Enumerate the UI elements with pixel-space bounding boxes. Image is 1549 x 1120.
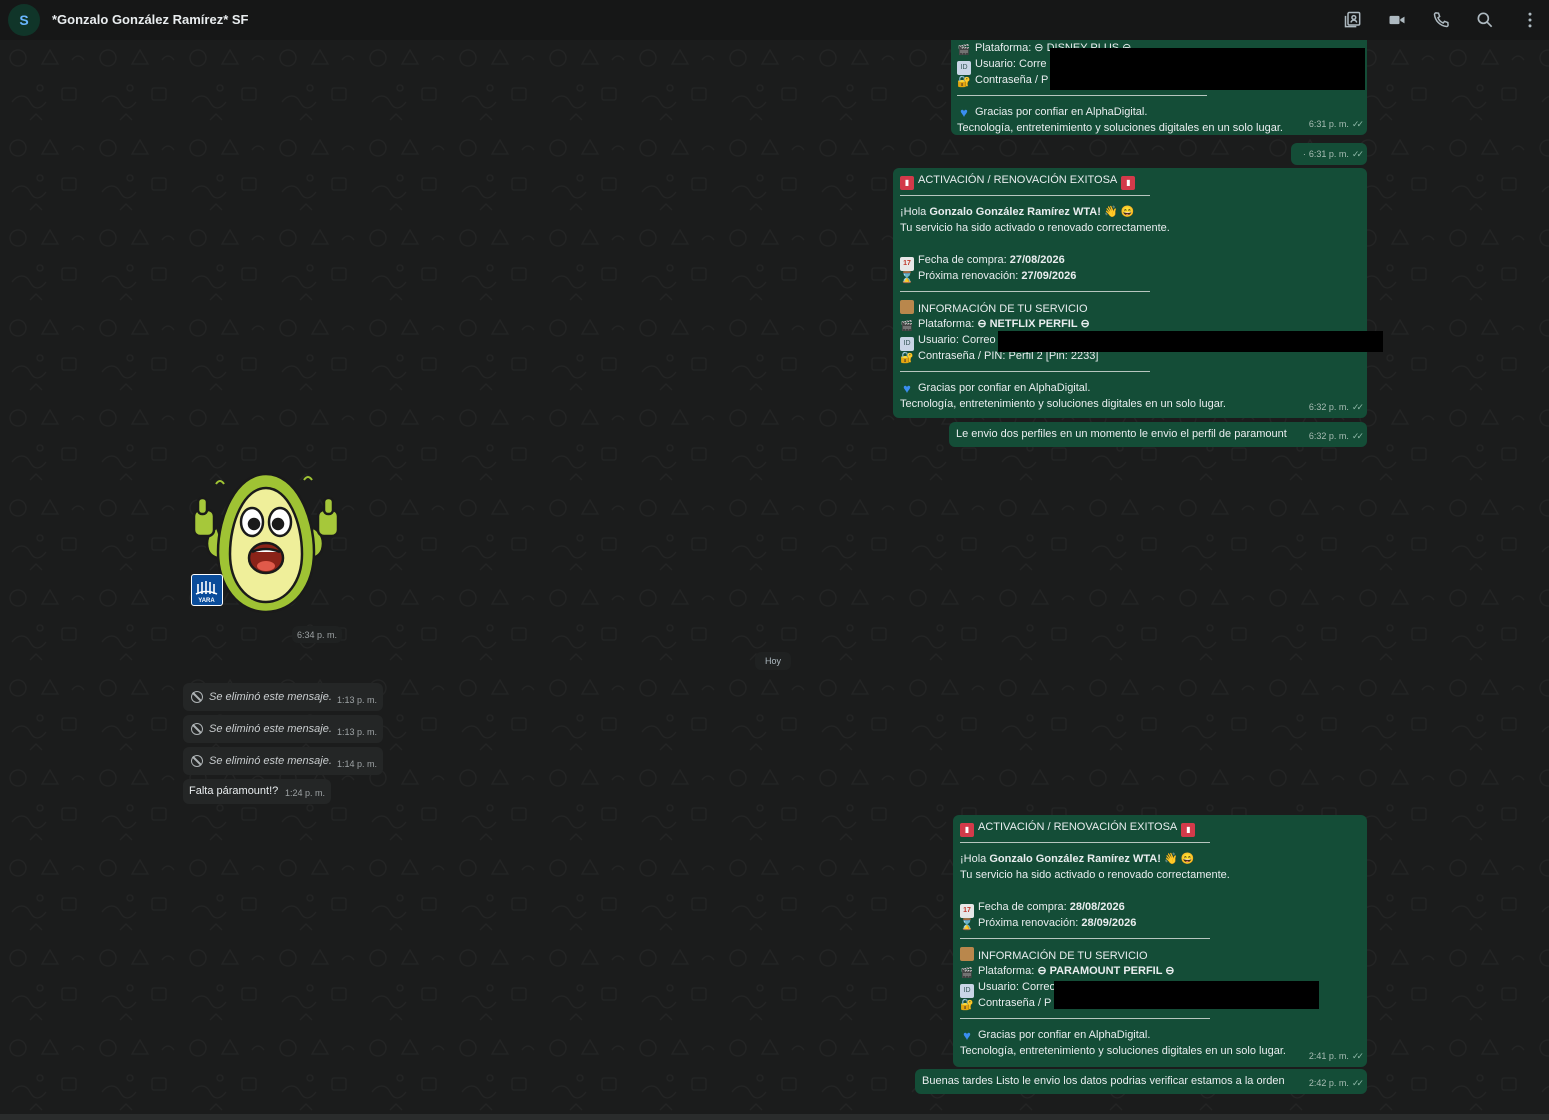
contact-avatar[interactable]: S [8,4,40,36]
waving-hand-icon: 👋 [1163,853,1178,865]
ticket-icon: ▮ [1121,176,1136,190]
message-meta: 2:41 p. m. ✓✓ [1309,1048,1364,1064]
deleted-icon [191,691,203,703]
sticker-time: 6:34 p. m. [292,626,343,643]
message-line: ♥ Gracias por confiar en AlphaDigital. [960,1027,1360,1043]
message-time: 1:13 p. m. [336,727,377,737]
package-icon [900,300,914,314]
message-line: ▮ ACTIVACIÓN / RENOVACIÓN EXITOSA ▮ [900,172,1360,190]
deleted-message[interactable]: Se eliminó este mensaje. 1:13 p. m. [183,683,383,711]
divider [960,1018,1210,1019]
renewal-date-line: ⌛ Próxima renovación: 28/09/2026 [960,917,1137,931]
message-line: ♥ Gracias por confiar en AlphaDigital. [900,380,1360,396]
message-line: INFORMACIÓN DE TU SERVICIO [960,947,1360,963]
message-line: Tecnología, entretenimiento y soluciones… [960,1045,1286,1057]
waving-hand-icon: 👋 [1103,206,1118,218]
composer-edge [0,1114,1549,1120]
phone-icon[interactable] [1429,8,1453,32]
purchase-date-line: 17 Fecha de compra: 27/08/2026 [900,252,1360,271]
message-time: 1:24 p. m. [284,788,325,798]
read-receipt-icon: ✓✓ [1351,402,1364,412]
yara-logo: YARA [191,574,223,606]
message-meta: 6:32 p. m. ✓✓ [1309,428,1364,444]
deleted-message[interactable]: Se eliminó este mensaje. 1:14 p. m. [183,747,383,775]
search-icon[interactable] [1473,8,1497,32]
redacted-block [1054,981,1319,1009]
message-line: ▮ ACTIVACIÓN / RENOVACIÓN EXITOSA ▮ [960,819,1360,837]
activation-message[interactable]: ▮ ACTIVACIÓN / RENOVACIÓN EXITOSA ▮ ¡Hola … [953,815,1367,1067]
message-text: Le envio dos perfiles en un momento le e… [956,428,1287,440]
redacted-block [1050,48,1365,90]
blue-heart-icon: ♥ [960,105,968,120]
message-text: Buenas tardes Listo le envio los datos p… [922,1075,1285,1087]
chat-area[interactable]: 🎬Plataforma: ⊖ DISNEY PLUS ⊖ IDUsuario: … [0,40,1549,1114]
greeting-line: ¡Hola Gonzalo González Ramírez WTA! 👋 😄 [960,853,1195,865]
hourglass-icon: ⌛ [960,919,974,931]
message-time: 1:14 p. m. [336,759,377,769]
message-line: Tecnología, entretenimiento y soluciones… [900,398,1226,410]
message-line: Tecnología, entretenimiento y soluciones… [957,122,1283,134]
read-receipt-icon: ✓✓ [1351,431,1364,441]
grin-icon: 😄 [1180,853,1195,865]
redacted-block [998,331,1383,352]
read-receipt-icon: ✓✓ [1351,1078,1364,1088]
message-time: 1:13 p. m. [336,695,377,705]
deleted-message[interactable]: Se eliminó este mensaje. 1:13 p. m. [183,715,383,743]
outgoing-message[interactable]: Buenas tardes Listo le envio los datos p… [915,1069,1367,1094]
blue-heart-icon: ♥ [963,1028,971,1043]
outgoing-message[interactable]: Le envio dos perfiles en un momento le e… [949,422,1367,447]
divider [960,938,1210,939]
renewal-date-line: ⌛ Próxima renovación: 27/09/2026 [900,270,1077,284]
purchase-date-line: 17 Fecha de compra: 28/08/2026 [960,899,1360,918]
activation-message[interactable]: ▮ ACTIVACIÓN / RENOVACIÓN EXITOSA ▮ ¡Hola … [893,168,1367,418]
divider [900,195,1150,196]
hourglass-icon: ⌛ [900,272,914,284]
platform-line: 🎬 Plataforma: ⊖ NETFLIX PERFIL ⊖ [900,318,1090,332]
message-meta: 6:31 p. m. ✓✓ [1309,116,1364,132]
more-options-icon[interactable] [1518,8,1542,32]
lock-icon: 🔐 [960,999,974,1011]
greeting-line: ¡Hola Gonzalo González Ramírez WTA! 👋 😄 [900,206,1135,218]
outgoing-message[interactable]: · 6:31 p. m. ✓✓ [1291,143,1367,165]
divider [957,95,1207,96]
ticket-icon: ▮ [960,823,974,837]
lock-icon: 🔐 [957,76,971,88]
read-receipt-icon: ✓✓ [1351,119,1364,129]
message-line: Tu servicio ha sido activado o renovado … [960,869,1230,881]
lock-icon: 🔐 [900,352,914,364]
read-receipt-icon: ✓✓ [1351,1051,1364,1061]
divider [900,371,1150,372]
ticket-icon: ▮ [900,176,914,190]
message-meta: · 6:31 p. m. ✓✓ [1303,146,1364,162]
read-receipt-icon: ✓✓ [1351,149,1364,159]
chat-header: S *Gonzalo González Ramírez* SF [0,0,1549,40]
grin-icon: 😄 [1120,206,1135,218]
incoming-message[interactable]: Falta páramount!? 1:24 p. m. [183,779,331,804]
video-call-icon[interactable] [1385,8,1409,32]
message-line: INFORMACIÓN DE TU SERVICIO [900,300,1360,316]
yara-label: YARA [198,598,215,604]
message-line: ♥ Gracias por confiar en AlphaDigital. [957,104,1361,120]
message-meta: 2:42 p. m. ✓✓ [1309,1075,1364,1091]
chat-title[interactable]: *Gonzalo González Ramírez* SF [52,12,249,27]
platform-line: 🎬 Plataforma: ⊖ PARAMOUNT PERFIL ⊖ [960,965,1175,979]
divider [900,291,1150,292]
message-line: Tu servicio ha sido activado o renovado … [900,222,1170,234]
divider [960,842,1210,843]
blue-heart-icon: ♥ [903,381,911,396]
message-meta: 6:32 p. m. ✓✓ [1309,399,1364,415]
deleted-icon [191,755,203,767]
deleted-icon [191,723,203,735]
date-divider: Hoy [755,652,791,670]
package-icon [960,947,974,961]
contact-card-icon[interactable] [1341,8,1365,32]
ticket-icon: ▮ [1181,823,1196,837]
